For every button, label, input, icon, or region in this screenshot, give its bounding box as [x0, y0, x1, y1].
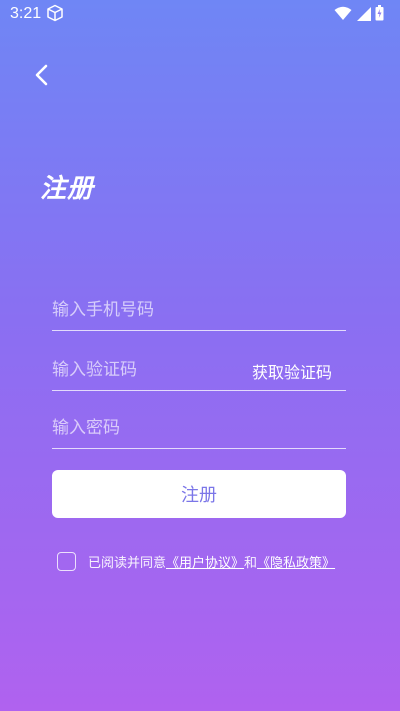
agreement-checkbox[interactable] [57, 551, 76, 571]
agreement-row: 已阅读并同意《用户协议》和《隐私政策》 [57, 550, 335, 572]
status-time: 3:21 [10, 5, 42, 22]
privacy-policy-link[interactable]: 《隐私政策》 [257, 556, 335, 571]
signal-icon [357, 6, 371, 21]
agreement-text: 已阅读并同意《用户协议》和《隐私政策》 [88, 552, 335, 571]
password-field [52, 408, 346, 449]
agreement-and: 和 [244, 555, 258, 571]
verification-code-input[interactable] [52, 358, 252, 382]
battery-icon [375, 5, 384, 21]
chevron-left-icon [35, 64, 48, 86]
agreement-prefix: 已阅读并同意 [88, 555, 167, 571]
page-title: 注册 [40, 174, 95, 204]
status-bar: 3:21 [0, 0, 400, 28]
status-icons [334, 5, 384, 21]
phone-field [52, 290, 346, 331]
user-agreement-link[interactable]: 《用户协议》 [166, 556, 244, 571]
verification-code-field: 获取验证码 [52, 350, 346, 391]
cube-icon [47, 4, 63, 22]
get-code-button[interactable]: 获取验证码 [252, 359, 332, 383]
register-button[interactable]: 注册 [52, 470, 346, 518]
wifi-icon [334, 6, 352, 20]
password-input[interactable] [52, 416, 252, 440]
phone-input[interactable] [52, 298, 252, 322]
back-button[interactable] [30, 62, 56, 88]
